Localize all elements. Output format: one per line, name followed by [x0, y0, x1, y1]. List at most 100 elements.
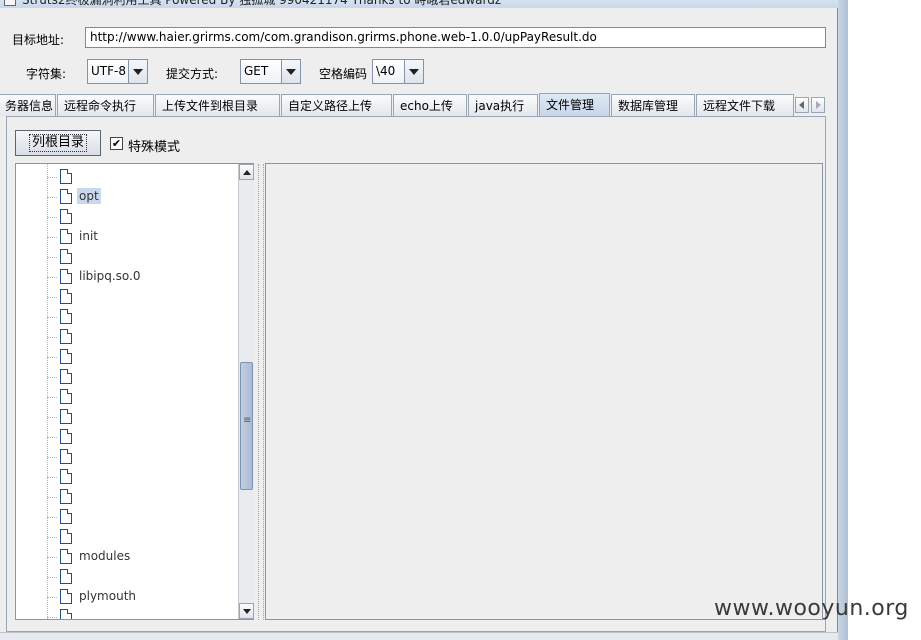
chevron-down-icon[interactable]	[281, 60, 300, 83]
tree-item[interactable]	[16, 607, 238, 619]
file-icon	[60, 289, 72, 304]
tree-connector	[47, 357, 57, 358]
window-frame-edge	[838, 0, 848, 640]
tree-item[interactable]	[16, 507, 238, 527]
scroll-up-icon[interactable]	[239, 164, 254, 180]
tree-connector	[47, 597, 57, 598]
file-icon	[60, 189, 72, 204]
app-icon	[4, 0, 16, 6]
tree-connector	[47, 337, 57, 338]
tree-item[interactable]	[16, 467, 238, 487]
tree-item[interactable]: opt	[16, 187, 238, 207]
file-icon	[60, 349, 72, 364]
tree-item[interactable]	[16, 347, 238, 367]
tree-connector	[47, 517, 57, 518]
desktop-background	[848, 0, 921, 640]
special-mode-checkbox[interactable]: ✔	[110, 137, 123, 150]
file-icon	[60, 163, 72, 164]
file-icon	[60, 549, 72, 564]
tab-scroll-left-icon[interactable]	[795, 97, 809, 113]
tree-scrollbar[interactable]	[238, 164, 254, 619]
tree-item-label: opt	[77, 188, 101, 204]
tree-item[interactable]	[16, 307, 238, 327]
scroll-thumb[interactable]	[240, 362, 253, 490]
tab-upload-root[interactable]: 上传文件到根目录	[155, 94, 280, 116]
file-icon	[60, 369, 72, 384]
tree-item[interactable]	[16, 427, 238, 447]
split-pane-divider[interactable]	[258, 164, 264, 620]
tab-database[interactable]: 数据库管理	[611, 94, 695, 116]
file-icon	[60, 389, 72, 404]
file-icon	[60, 509, 72, 524]
tab-scroll-right-icon[interactable]	[811, 97, 825, 113]
tree-item[interactable]	[16, 287, 238, 307]
list-root-button[interactable]: 列根目录	[15, 130, 101, 156]
tree-item[interactable]	[16, 247, 238, 267]
tree-item[interactable]	[16, 207, 238, 227]
tree-item[interactable]: init	[16, 227, 238, 247]
tree-connector	[47, 397, 57, 398]
method-select[interactable]: GET	[240, 59, 301, 84]
chevron-down-icon[interactable]	[404, 60, 423, 83]
title-bar: Struts2终极漏洞利用工具 Powered By 独孤城 990421174…	[0, 0, 838, 8]
tree-item[interactable]	[16, 407, 238, 427]
tree-item[interactable]	[16, 487, 238, 507]
tab-java-exec[interactable]: java执行	[468, 94, 538, 116]
method-value: GET	[241, 60, 281, 83]
tree-item[interactable]: modules	[16, 547, 238, 567]
tree-connector	[47, 537, 57, 538]
charset-select[interactable]: UTF-8	[87, 59, 148, 84]
file-icon	[60, 329, 72, 344]
file-content-pane[interactable]	[265, 163, 823, 620]
tree-connector	[47, 437, 57, 438]
tree-item-label: modules	[79, 549, 131, 563]
tree-connector	[47, 177, 57, 178]
tree-connector	[47, 557, 57, 558]
tree-item[interactable]	[16, 167, 238, 187]
file-icon	[60, 169, 72, 184]
app-window: Struts2终极漏洞利用工具 Powered By 独孤城 990421174…	[0, 0, 838, 640]
tree-item-label: init	[79, 229, 98, 243]
file-icon	[60, 489, 72, 504]
charset-label: 字符集:	[26, 67, 67, 81]
tree-item[interactable]	[16, 567, 238, 587]
space-encoding-select[interactable]: \40	[372, 59, 424, 84]
file-icon	[60, 529, 72, 544]
tab-custom-upload[interactable]: 自定义路径上传	[281, 94, 392, 116]
tree-item[interactable]	[16, 367, 238, 387]
tree-item[interactable]	[16, 527, 238, 547]
tab-remote-command[interactable]: 远程命令执行	[57, 94, 154, 116]
tab-echo-upload[interactable]: echo上传	[393, 94, 467, 116]
tree-item[interactable]	[16, 387, 238, 407]
chevron-down-icon[interactable]	[128, 60, 147, 83]
tree-connector	[47, 297, 57, 298]
file-tree[interactable]: opt init libipq.so.0 modules plymouth	[15, 163, 254, 620]
tree-connector	[47, 237, 57, 238]
tree-item[interactable]: plymouth	[16, 587, 238, 607]
tree-item-label: plymouth	[79, 589, 136, 603]
file-icon	[60, 269, 72, 284]
status-bar	[0, 632, 838, 640]
window-title: Struts2终极漏洞利用工具 Powered By 独孤城 990421174…	[22, 0, 502, 7]
file-icon	[60, 429, 72, 444]
file-icon	[60, 229, 72, 244]
tab-server-info[interactable]: 务器信息	[0, 94, 56, 116]
method-label: 提交方式:	[166, 67, 219, 81]
file-icon	[60, 209, 72, 224]
tab-file-manager[interactable]: 文件管理	[539, 93, 610, 116]
tree-item[interactable]	[16, 447, 238, 467]
watermark: www.wooyun.org	[714, 596, 909, 621]
scroll-down-icon[interactable]	[239, 603, 254, 619]
file-icon	[60, 569, 72, 584]
target-url-input[interactable]: http://www.haier.grirms.com/com.grandiso…	[85, 27, 826, 48]
tree-item-label: libipq.so.0	[79, 269, 141, 283]
tree-item[interactable]: libipq.so.0	[16, 267, 238, 287]
file-icon	[60, 449, 72, 464]
tree-item[interactable]	[16, 327, 238, 347]
tree-connector	[47, 417, 57, 418]
list-root-button-label: 列根目录	[29, 134, 88, 152]
tab-remote-download[interactable]: 远程文件下载	[696, 94, 794, 116]
file-icon	[60, 249, 72, 264]
file-icon	[60, 469, 72, 484]
tree-connector	[47, 497, 57, 498]
